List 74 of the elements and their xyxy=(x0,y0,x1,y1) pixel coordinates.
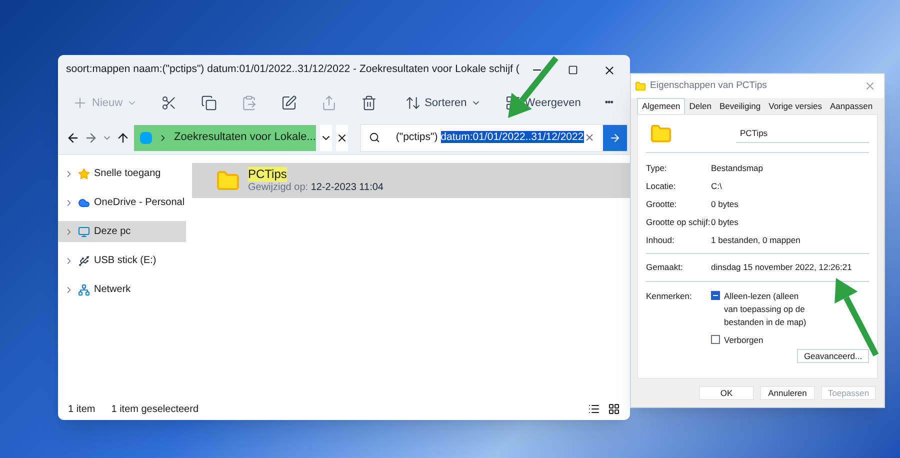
info-value: 0 bytes xyxy=(711,216,738,228)
dialog-tab[interactable]: Algemeen xyxy=(637,98,686,114)
close-button[interactable] xyxy=(864,80,876,92)
sidebar-item[interactable]: Deze pc xyxy=(58,221,186,242)
drive-icon xyxy=(140,132,152,144)
checkbox-label: Verborgen xyxy=(724,334,764,347)
star-icon xyxy=(78,168,90,180)
dialog-tab[interactable]: Delen xyxy=(685,98,716,114)
share-icon xyxy=(320,95,337,111)
result-meta: Gewijzigd op: 12-2-2023 11:04 xyxy=(248,182,384,194)
dialog-button[interactable]: Annuleren xyxy=(760,386,815,400)
info-label: Gemaakt: xyxy=(646,261,684,274)
info-value: 1 bestanden, 0 mappen xyxy=(711,234,800,246)
dialog-title: Eigenschappen van PCTips xyxy=(650,78,767,93)
sidebar-item[interactable]: Snelle toegang xyxy=(58,163,186,184)
window-title: soort:mappen naam:("pctips") datum:01/01/2022..31/12/2022 - Zoekresultaten voor Lokale schijf ( xyxy=(66,62,520,78)
folder-icon xyxy=(635,80,646,92)
close-icon xyxy=(602,64,616,76)
info-value: C:\ xyxy=(711,180,722,192)
search-field[interactable]: ("pctips") datum:01/01/2022..31/12/2022 xyxy=(360,124,628,152)
rename-icon xyxy=(280,95,297,111)
cloud-icon xyxy=(78,196,90,208)
info-value: dinsdag 15 november 2022, 12:26:21 xyxy=(711,261,852,274)
dialog-tab[interactable]: Vorige versies xyxy=(764,98,826,114)
dialog-tab[interactable]: Beveiliging xyxy=(716,98,765,114)
search-button[interactable] xyxy=(602,124,627,150)
sidebar-item[interactable]: Netwerk xyxy=(58,279,186,300)
arrow-up-icon xyxy=(116,130,130,144)
clear-search-icon xyxy=(584,132,595,143)
info-label: Grootte op schijf: xyxy=(646,216,711,228)
network-icon xyxy=(78,284,90,296)
dialog-button[interactable]: OK xyxy=(699,386,754,400)
result-row[interactable]: PCTips Gewijzigd op: 12-2-2023 11:04 xyxy=(192,163,630,198)
checkbox[interactable] xyxy=(711,335,720,344)
address-bar[interactable]: Zoekresultaten voor Lokale... xyxy=(134,124,316,150)
tiles-view-icon[interactable] xyxy=(608,403,620,415)
address-dropdown-button[interactable] xyxy=(320,124,332,150)
info-value: Bestandsmap xyxy=(711,162,763,174)
arrow-right-icon xyxy=(608,132,621,144)
checkbox[interactable] xyxy=(711,291,720,300)
maximize-icon xyxy=(568,65,578,75)
close-icon xyxy=(864,80,876,92)
dialog-tab[interactable]: Aanpassen xyxy=(826,98,877,114)
trash-icon xyxy=(360,95,377,111)
name-field[interactable]: PCTips xyxy=(736,124,869,142)
info-label: Locatie: xyxy=(646,180,677,192)
clipboard-icon xyxy=(240,95,257,111)
info-label: Kenmerken: xyxy=(646,290,693,303)
copy-icon xyxy=(200,95,217,111)
address-text: Zoekresultaten voor Lokale... xyxy=(174,130,316,146)
sidebar-item[interactable]: USB stick (E:) xyxy=(58,250,186,271)
info-label: Type: xyxy=(646,162,668,174)
info-label: Inhoud: xyxy=(646,234,676,246)
advanced-button[interactable]: Geavanceerd... xyxy=(797,349,869,363)
scissors-icon xyxy=(160,95,177,111)
clear-address-button[interactable] xyxy=(336,124,348,150)
search-text: ("pctips") datum:01/01/2022..31/12/2022 xyxy=(396,130,584,145)
item-count: 1 item xyxy=(68,402,96,416)
folder-icon xyxy=(650,122,672,144)
checkbox-label: Alleen-lezen (alleen van toepassing op de bestanden in de map) xyxy=(724,290,808,328)
selection-status: 1 item geselecteerd xyxy=(111,402,199,416)
more-button[interactable]: ••• xyxy=(598,89,619,117)
sidebar-item[interactable]: OneDrive - Personal xyxy=(58,192,186,213)
info-value: 0 bytes xyxy=(711,198,738,210)
plus-icon xyxy=(72,95,88,111)
folder-icon xyxy=(216,168,240,192)
info-label: Grootte: xyxy=(646,198,678,210)
close-icon xyxy=(336,132,348,144)
search-icon xyxy=(368,132,380,143)
monitor-icon xyxy=(78,226,90,238)
result-name: PCTips xyxy=(248,166,287,182)
usb-icon xyxy=(78,254,90,266)
sort-button[interactable]: Sorteren xyxy=(398,89,487,117)
sort-icon xyxy=(404,95,421,111)
